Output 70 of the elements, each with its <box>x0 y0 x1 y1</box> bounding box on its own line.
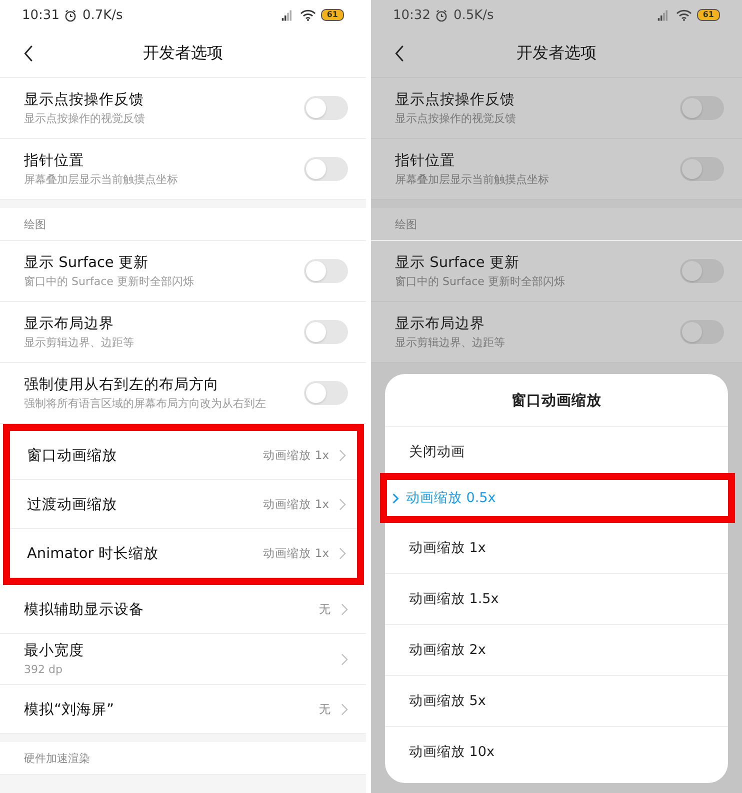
setting-value: 动画缩放 1x <box>263 448 329 462</box>
toggle-switch[interactable] <box>304 157 348 181</box>
wifi-icon <box>300 9 316 21</box>
wifi-icon <box>676 9 692 21</box>
setting-title: 指针位置 <box>24 152 85 170</box>
network-speed: 0.7K/s <box>82 8 123 22</box>
setting-title: 模拟“刘海屏” <box>24 700 116 718</box>
chevron-right-icon[interactable] <box>339 498 346 510</box>
option-item[interactable]: 动画缩放 2x <box>385 625 728 675</box>
setting-description: 屏幕叠加层显示当前触摸点坐标 <box>24 173 179 187</box>
section-header: 硬件加速渲染 <box>24 750 90 766</box>
toggle-switch[interactable] <box>304 259 348 283</box>
setting-title: 显示点按操作反馈 <box>395 91 516 109</box>
setting-title: 窗口动画缩放 <box>27 446 118 464</box>
setting-title: 模拟辅助显示设备 <box>24 600 145 618</box>
setting-title: 显示布局边界 <box>24 315 115 333</box>
setting-value: 无 <box>319 702 331 716</box>
setting-description: 强制将所有语言区域的屏幕布局方向改为从右到左 <box>24 397 267 411</box>
setting-description: 窗口中的 Surface 更新时全部闪烁 <box>395 275 566 289</box>
setting-description: 显示剪辑边界、边距等 <box>395 336 506 350</box>
setting-value: 动画缩放 1x <box>263 496 329 512</box>
option-item[interactable]: 动画缩放 5x <box>385 676 728 726</box>
page-title: 开发者选项 <box>516 43 596 64</box>
toggle-switch[interactable] <box>304 96 348 120</box>
chevron-right-icon[interactable] <box>339 546 346 560</box>
option-item[interactable]: 动画缩放 1x <box>385 523 728 573</box>
setting-title: 最小宽度 <box>24 642 85 660</box>
setting-title: 显示布局边界 <box>395 315 486 333</box>
battery-icon: 61 <box>696 9 720 21</box>
toggle-switch[interactable] <box>680 320 724 344</box>
setting-value: 动画缩放 1x <box>263 546 329 560</box>
setting-description: 窗口中的 Surface 更新时全部闪烁 <box>24 275 195 289</box>
network-speed: 0.5K/s <box>453 8 494 22</box>
status-time: 10:32 <box>393 8 430 22</box>
setting-value: 无 <box>319 602 331 616</box>
setting-title: 过渡动画缩放 <box>27 496 118 514</box>
dialog-title: 窗口动画缩放 <box>512 392 602 410</box>
setting-description: 显示剪辑边界、边距等 <box>24 336 135 350</box>
setting-title: 强制使用从右到左的布局方向 <box>24 376 220 394</box>
alarm-icon <box>435 8 448 22</box>
toggle-switch[interactable] <box>304 381 348 405</box>
chevron-right-icon[interactable] <box>339 448 346 462</box>
toggle-switch[interactable] <box>680 259 724 283</box>
setting-description: 显示点按操作的视觉反馈 <box>24 112 146 126</box>
back-icon[interactable] <box>24 45 34 62</box>
page-title: 开发者选项 <box>143 43 223 64</box>
toggle-switch[interactable] <box>680 157 724 181</box>
chevron-right-icon[interactable] <box>341 702 348 716</box>
setting-description: 屏幕叠加层显示当前触摸点坐标 <box>395 173 550 187</box>
back-icon[interactable] <box>395 45 405 62</box>
setting-title: 显示点按操作反馈 <box>24 91 145 109</box>
alarm-icon <box>64 8 78 22</box>
section-header: 绘图 <box>395 216 417 232</box>
battery-icon: 61 <box>320 9 344 21</box>
setting-title: 显示 Surface 更新 <box>24 254 150 272</box>
toggle-switch[interactable] <box>304 320 348 344</box>
setting-description: 392 dp <box>24 663 64 677</box>
setting-title: 指针位置 <box>395 152 456 170</box>
section-header: 绘图 <box>24 216 46 232</box>
setting-title: Animator 时长缩放 <box>27 544 160 562</box>
setting-title: 显示 Surface 更新 <box>395 254 520 272</box>
status-time: 10:31 <box>22 8 60 22</box>
chevron-right-icon[interactable] <box>341 652 348 666</box>
setting-description: 显示点按操作的视觉反馈 <box>395 112 517 126</box>
chevron-right-icon <box>392 492 399 504</box>
chevron-right-icon[interactable] <box>341 602 348 616</box>
toggle-switch[interactable] <box>680 96 724 120</box>
option-item[interactable]: 关闭动画 <box>385 427 728 477</box>
option-item[interactable]: 动画缩放 10x <box>385 727 728 777</box>
option-item[interactable]: 动画缩放 1.5x <box>385 574 728 624</box>
